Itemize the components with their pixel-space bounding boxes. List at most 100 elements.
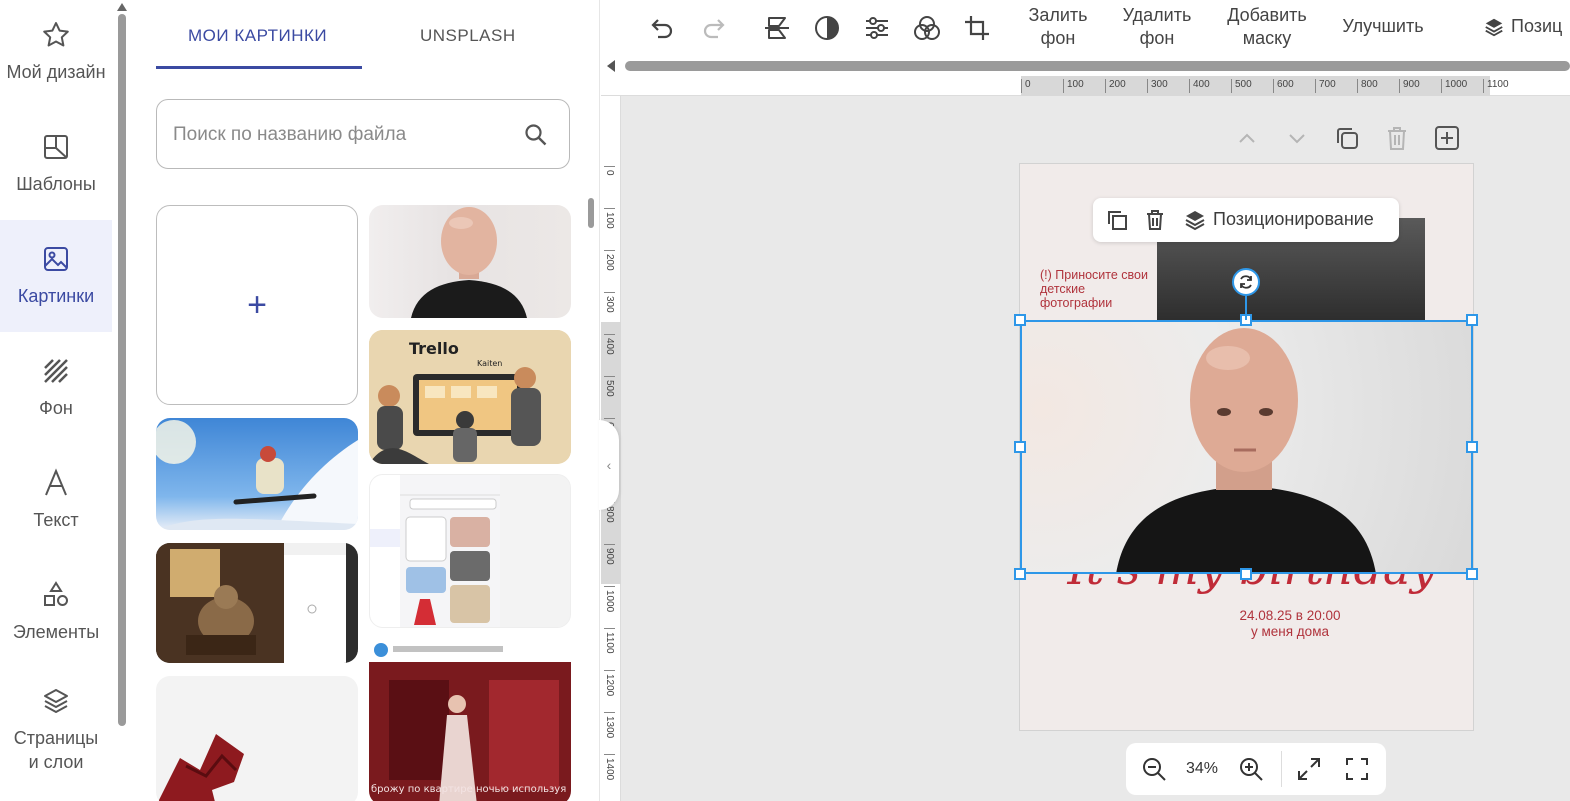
filters-button[interactable] [913, 14, 941, 42]
zoom-in-icon[interactable] [1238, 756, 1264, 782]
crop-button[interactable] [963, 14, 991, 42]
ruler-tick: 300 [1147, 79, 1168, 93]
redo-icon [703, 19, 725, 39]
resize-handle-bottom-right[interactable] [1466, 568, 1478, 580]
fullscreen-icon[interactable] [1344, 756, 1370, 782]
sidebar-item-label: Шаблоны [16, 174, 96, 194]
contrast-button[interactable] [813, 14, 841, 42]
image-thumb-screenshot[interactable] [369, 474, 571, 628]
undo-button[interactable] [649, 14, 677, 42]
flip-button[interactable] [763, 14, 791, 42]
delete-page-button[interactable] [1383, 124, 1411, 154]
image-thumb-illustration[interactable]: Trello Kaiten [369, 330, 571, 464]
rail-scrollbar[interactable] [116, 0, 128, 801]
ruler-tick: 1200 [604, 670, 615, 696]
trash-icon [1388, 127, 1406, 150]
enhance-button[interactable]: Улучшить [1339, 15, 1427, 38]
star-icon [43, 22, 69, 47]
adjust-button[interactable] [863, 14, 891, 42]
collapse-panel-button[interactable]: ‹ [599, 420, 619, 510]
text-icon [45, 468, 67, 496]
upload-image-button[interactable]: + [156, 205, 358, 405]
sidebar-item-elements[interactable]: Элементы [0, 556, 112, 668]
fill-background-button[interactable]: Залить фон [1025, 4, 1091, 50]
ruler-tick: 1100 [1483, 79, 1509, 93]
flip-icon [765, 17, 789, 39]
post-image: брожу по квартире ночью используя [369, 643, 571, 801]
image-thumb-snowboard[interactable] [156, 418, 358, 530]
add-page-button[interactable] [1433, 124, 1461, 154]
resize-handle-top-left[interactable] [1014, 314, 1026, 326]
workspace: Залить фон Удалить фон Добавить маску Ул… [599, 0, 1570, 801]
selection-box [1020, 320, 1473, 574]
sidebar-item-pages-layers[interactable]: Страницы и слои [0, 670, 112, 790]
sidebar-item-label: Текст [33, 510, 79, 530]
layers-icon[interactable] [1183, 208, 1207, 232]
ruler-tick: 200 [604, 250, 615, 271]
snowboard-image [156, 420, 358, 530]
ruler-tick: 1100 [604, 628, 615, 654]
resize-handle-bottom-left[interactable] [1014, 568, 1026, 580]
undo-icon [651, 19, 673, 39]
scroll-up-icon[interactable] [117, 3, 127, 11]
duplicate-element-icon[interactable] [1105, 208, 1129, 232]
sidebar-item-label: Элементы [12, 622, 100, 642]
scroll-left-icon[interactable] [607, 60, 615, 72]
sidebar-item-my-design[interactable]: Мой дизайн [0, 0, 112, 108]
ruler-tick: 600 [1273, 79, 1294, 93]
horizontal-scroll-thumb[interactable] [625, 61, 1570, 71]
search-input[interactable] [173, 120, 513, 150]
background-icon [44, 359, 68, 383]
resize-handle-left[interactable] [1014, 441, 1026, 453]
rotate-handle[interactable] [1232, 268, 1260, 296]
rail-scroll-thumb[interactable] [118, 14, 126, 726]
move-page-up-button[interactable] [1233, 124, 1261, 154]
resize-handle-right[interactable] [1466, 441, 1478, 453]
remove-background-button[interactable]: Удалить фон [1119, 4, 1195, 50]
delete-element-icon[interactable] [1143, 208, 1167, 232]
page-date-text[interactable]: 24.08.25 в 20:00 у меня дома [1020, 608, 1560, 640]
rotate-handle-line [1245, 296, 1247, 320]
move-page-down-button[interactable] [1283, 124, 1311, 154]
top-toolbar: Залить фон Удалить фон Добавить маску Ул… [601, 0, 1570, 56]
panel-scroll-thumb[interactable] [588, 198, 594, 228]
redo-button[interactable] [699, 14, 727, 42]
image-thumb-red-flag[interactable] [156, 676, 358, 801]
sidebar-item-text[interactable]: Текст [0, 444, 112, 556]
ruler-tick: 400 [1189, 79, 1210, 93]
tab-my-images[interactable]: МОИ КАРТИНКИ [188, 26, 327, 46]
red-flag-image [158, 734, 244, 801]
add-mask-button[interactable]: Добавить маску [1221, 4, 1313, 50]
template-icon [44, 135, 68, 159]
ruler-tick: 900 [1399, 79, 1420, 93]
duplicate-page-button[interactable] [1333, 124, 1361, 154]
ruler-tick: 1000 [604, 586, 615, 612]
horizontal-scrollbar[interactable] [601, 56, 1570, 76]
zoom-out-icon[interactable] [1141, 756, 1167, 782]
page-note-text[interactable]: (!) Приносите свои детские фотографии [1040, 268, 1150, 310]
ruler-tick: 900 [604, 544, 615, 565]
filters-icon [914, 16, 940, 40]
sidebar-item-background[interactable]: Фон [0, 332, 112, 444]
image-thumb-cat[interactable] [156, 543, 358, 663]
resize-handle-bottom[interactable] [1240, 568, 1252, 580]
sidebar-item-images[interactable]: Картинки [0, 220, 112, 332]
positioning-button[interactable]: Позиционирование [1213, 209, 1374, 230]
search-icon[interactable] [523, 122, 549, 148]
image-thumb-portrait[interactable] [369, 205, 571, 318]
chevron-left-icon: ‹ [606, 457, 612, 473]
position-button-label: Позиц [1511, 16, 1563, 36]
active-tab-indicator [156, 66, 362, 69]
image-thumb-post[interactable]: брожу по квартире ночью используя [369, 640, 571, 801]
svg-text:Trello: Trello [409, 339, 459, 358]
tab-unsplash[interactable]: UNSPLASH [420, 26, 516, 46]
ruler-tick: 1300 [604, 712, 615, 738]
expand-icon[interactable] [1296, 756, 1322, 782]
zoom-bar: 34% [1126, 743, 1386, 795]
sidebar-item-templates[interactable]: Шаблоны [0, 108, 112, 220]
screenshot-image [370, 475, 570, 627]
resize-handle-top-right[interactable] [1466, 314, 1478, 326]
layers-icon [1485, 18, 1503, 37]
left-rail: Мой дизайн Шаблоны Картинки Фон Текст Эл… [0, 0, 112, 801]
position-button[interactable]: Позиц [1483, 14, 1570, 42]
